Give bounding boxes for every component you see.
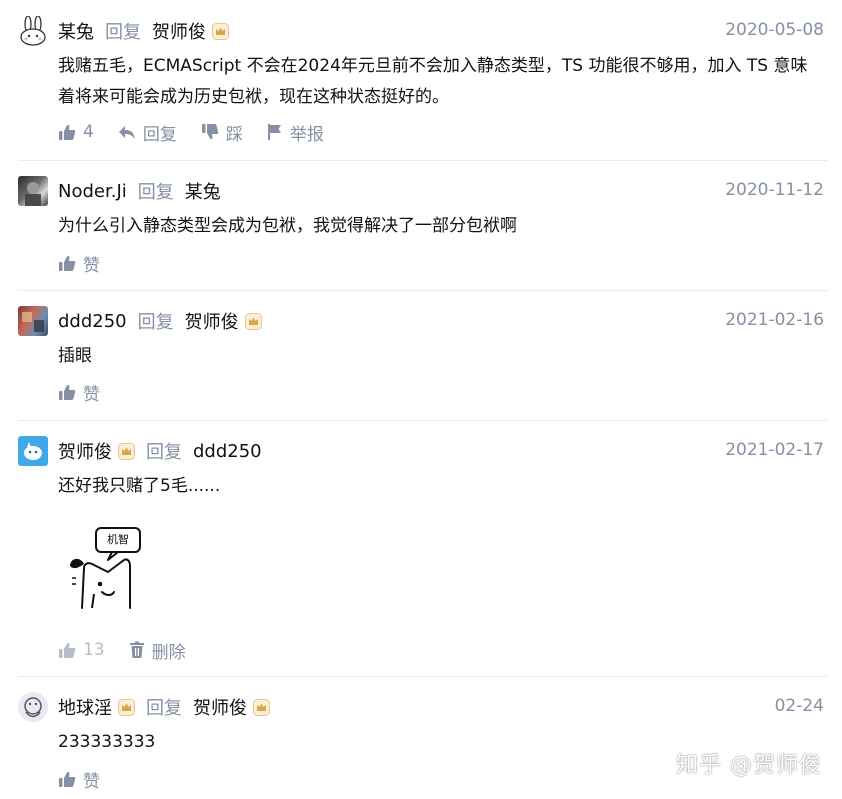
thumbs-up-icon — [59, 642, 76, 658]
avatar[interactable] — [18, 16, 48, 46]
divider — [18, 420, 828, 421]
avatar[interactable] — [18, 436, 48, 466]
comment-date: 2021-02-16 — [725, 310, 824, 330]
comment-actions: 赞 — [58, 380, 124, 405]
flag-icon — [267, 124, 281, 140]
like-count: 13 — [83, 640, 105, 660]
like-button[interactable]: 13 — [58, 640, 105, 660]
thumbs-up-icon — [59, 384, 76, 400]
comment-header: 地球淫 回复 贺师俊 02-24 — [18, 692, 828, 722]
comment-date: 2021-02-17 — [725, 440, 824, 460]
dislike-label: 踩 — [225, 124, 243, 145]
delete-button[interactable]: 删除 — [129, 638, 186, 663]
delete-label: 删除 — [151, 642, 186, 663]
crown-badge-icon — [244, 312, 262, 330]
like-button[interactable]: 4 — [58, 122, 94, 142]
author-name[interactable]: 某兔 — [58, 18, 94, 44]
comment-header: ddd250 回复 贺师俊 2021-02-16 — [18, 306, 828, 336]
like-label: 赞 — [83, 771, 100, 792]
divider — [18, 676, 828, 677]
comment-header: 贺师俊 回复 ddd250 2021-02-17 — [18, 436, 828, 466]
reply-arrow-icon — [118, 126, 135, 139]
reply-to-name[interactable]: 贺师俊 — [152, 18, 206, 44]
reply-word: 回复 — [146, 442, 182, 463]
reply-to-name[interactable]: ddd250 — [193, 441, 262, 462]
comment-actions: 赞 — [58, 251, 124, 276]
crown-badge-icon — [118, 442, 135, 460]
thumbs-down-icon — [201, 124, 219, 140]
thumbs-up-icon — [59, 124, 76, 140]
like-count: 4 — [83, 122, 94, 142]
sticker-caption: 机智 — [107, 533, 129, 546]
comment-actions: 赞 — [58, 767, 124, 792]
comment-text: 我赌五毛，ECMAScript 不会在2024年元旦前不会加入静态类型，TS 功… — [58, 56, 808, 107]
like-button[interactable]: 赞 — [58, 767, 100, 792]
comment-date: 2020-11-12 — [725, 180, 824, 200]
reply-button[interactable]: 回复 — [118, 120, 177, 145]
comment-header: Noder.Ji 回复 某兔 2020-11-12 — [18, 176, 828, 206]
report-button[interactable]: 举报 — [267, 120, 324, 145]
like-button[interactable]: 赞 — [58, 251, 100, 276]
reply-word: 回复 — [105, 22, 141, 43]
author-name[interactable]: 地球淫 — [58, 694, 112, 720]
report-label: 举报 — [289, 124, 324, 145]
reply-word: 回复 — [137, 312, 174, 333]
comment-date: 2020-05-08 — [725, 20, 824, 40]
trash-icon — [129, 641, 144, 658]
reply-label: 回复 — [142, 124, 177, 145]
like-label: 赞 — [83, 384, 100, 405]
author-name[interactable]: 贺师俊 — [58, 438, 112, 464]
avatar[interactable] — [18, 306, 48, 336]
thumbs-up-icon — [59, 255, 76, 271]
comment-text: 还好我只赌了5毛...... — [58, 476, 221, 496]
watermark: 知乎 @贺师俊 — [676, 753, 822, 778]
avatar[interactable] — [18, 176, 48, 206]
comment-actions: 13 删除 — [58, 638, 210, 663]
reply-to-name[interactable]: 贺师俊 — [185, 308, 239, 334]
reply-word: 回复 — [146, 698, 182, 719]
comment-date: 02-24 — [774, 696, 824, 716]
reply-word: 回复 — [137, 182, 174, 203]
comment-header: 某兔 回复 贺师俊 2020-05-08 — [18, 16, 828, 46]
comment-actions: 4 回复 踩 举报 — [58, 120, 348, 145]
like-button[interactable]: 赞 — [58, 380, 100, 405]
author-name[interactable]: ddd250 — [58, 311, 127, 332]
crown-badge-icon — [212, 22, 229, 40]
crown-badge-icon — [118, 698, 135, 716]
crown-badge-icon — [253, 698, 270, 716]
divider — [18, 290, 828, 291]
comment-text: 为什么引入静态类型会成为包袱，我觉得解决了一部分包袱啊 — [58, 216, 517, 236]
avatar[interactable] — [18, 692, 48, 722]
dislike-button[interactable]: 踩 — [201, 120, 243, 145]
reply-to-name[interactable]: 某兔 — [185, 178, 221, 204]
reply-to-name[interactable]: 贺师俊 — [193, 694, 247, 720]
divider — [18, 160, 828, 161]
thumbs-up-icon — [59, 771, 76, 787]
like-label: 赞 — [83, 255, 100, 276]
comment-text: 插眼 — [58, 346, 92, 366]
author-name[interactable]: Noder.Ji — [58, 181, 127, 202]
sticker-image: 机智 — [68, 524, 158, 614]
